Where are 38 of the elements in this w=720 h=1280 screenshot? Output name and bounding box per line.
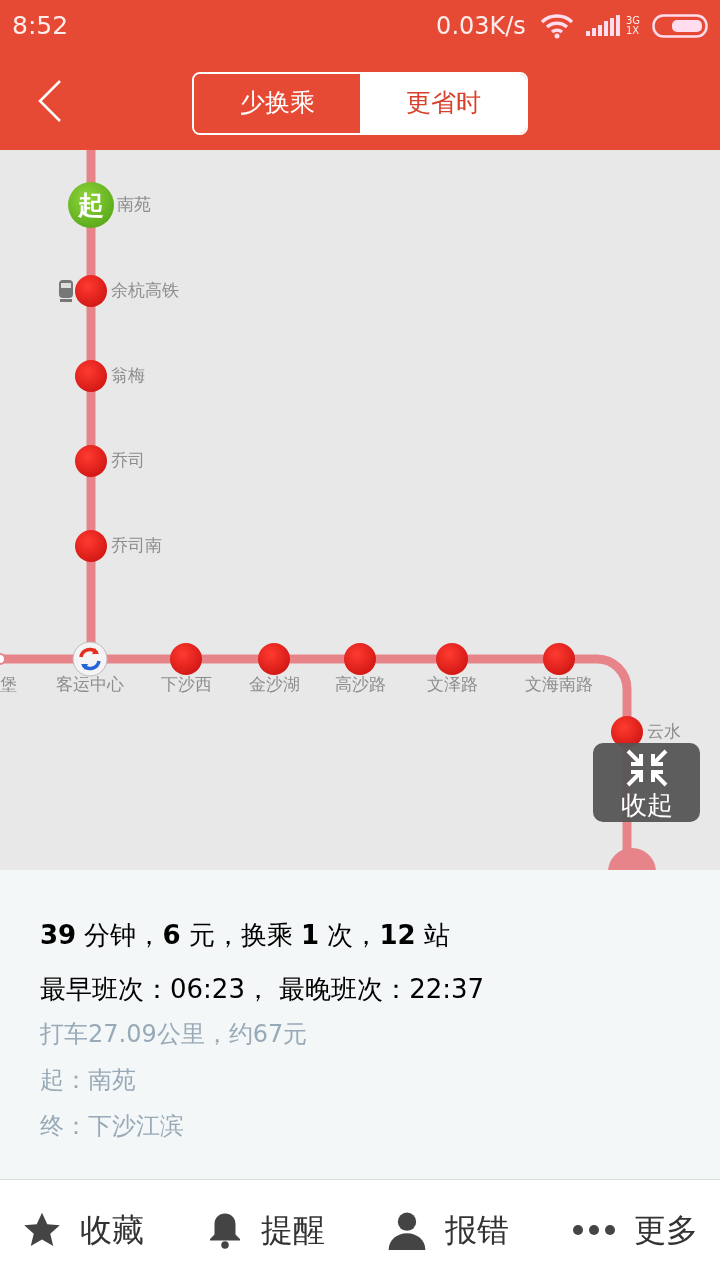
schedule-text: 最早班次：06:23， 最晚班次：22:37 bbox=[40, 976, 486, 1002]
train-icon bbox=[58, 279, 74, 303]
origin-text: 起：南苑 bbox=[40, 1068, 137, 1092]
status-time: 8:52 bbox=[12, 10, 69, 43]
station-label: 翁梅 bbox=[111, 367, 145, 384]
network-speed: 0.03K/s bbox=[436, 11, 526, 42]
taxi-estimate: 打车27.09公里，约67元 bbox=[40, 1022, 309, 1046]
collapse-icon bbox=[624, 747, 669, 788]
station-label: 乔司 bbox=[111, 452, 145, 469]
station-label: 云水 bbox=[647, 723, 681, 740]
start-marker: 起 bbox=[68, 182, 114, 228]
station-label: 金沙湖 bbox=[248, 676, 300, 693]
star-icon bbox=[22, 1211, 62, 1249]
trip-summary: 39 分钟，6 元，换乘 1 次，12 站 bbox=[40, 922, 451, 948]
battery-icon bbox=[652, 14, 708, 38]
collapse-button[interactable]: 收起 bbox=[593, 743, 700, 822]
station-label: 下沙西 bbox=[160, 676, 212, 693]
station-label: 文泽路 bbox=[426, 676, 478, 693]
station-label: 客运中心 bbox=[56, 676, 124, 693]
network-type: 1X bbox=[625, 26, 640, 36]
action-button[interactable]: 提醒 bbox=[206, 1206, 325, 1254]
station-label: 堡 bbox=[0, 676, 17, 693]
back-icon bbox=[37, 79, 63, 123]
station-label: 余杭高铁 bbox=[111, 282, 179, 299]
network-type: 3G bbox=[625, 16, 640, 26]
tab[interactable]: 更省时 bbox=[360, 73, 526, 133]
more-icon bbox=[571, 1224, 616, 1236]
person-icon bbox=[387, 1210, 428, 1250]
action-button[interactable]: 收藏 bbox=[22, 1206, 144, 1254]
action-button[interactable]: 报错 bbox=[387, 1206, 510, 1254]
station-label: 高沙路 bbox=[334, 676, 386, 693]
station-label: 文海南路 bbox=[525, 676, 593, 693]
destination-text: 终：下沙江滨 bbox=[40, 1114, 185, 1138]
wifi-icon bbox=[539, 13, 574, 39]
action-button[interactable]: 更多 bbox=[571, 1206, 698, 1254]
station-label: 南苑 bbox=[117, 196, 151, 213]
transfer-icon bbox=[72, 641, 108, 677]
station-label: 乔司南 bbox=[111, 537, 162, 554]
